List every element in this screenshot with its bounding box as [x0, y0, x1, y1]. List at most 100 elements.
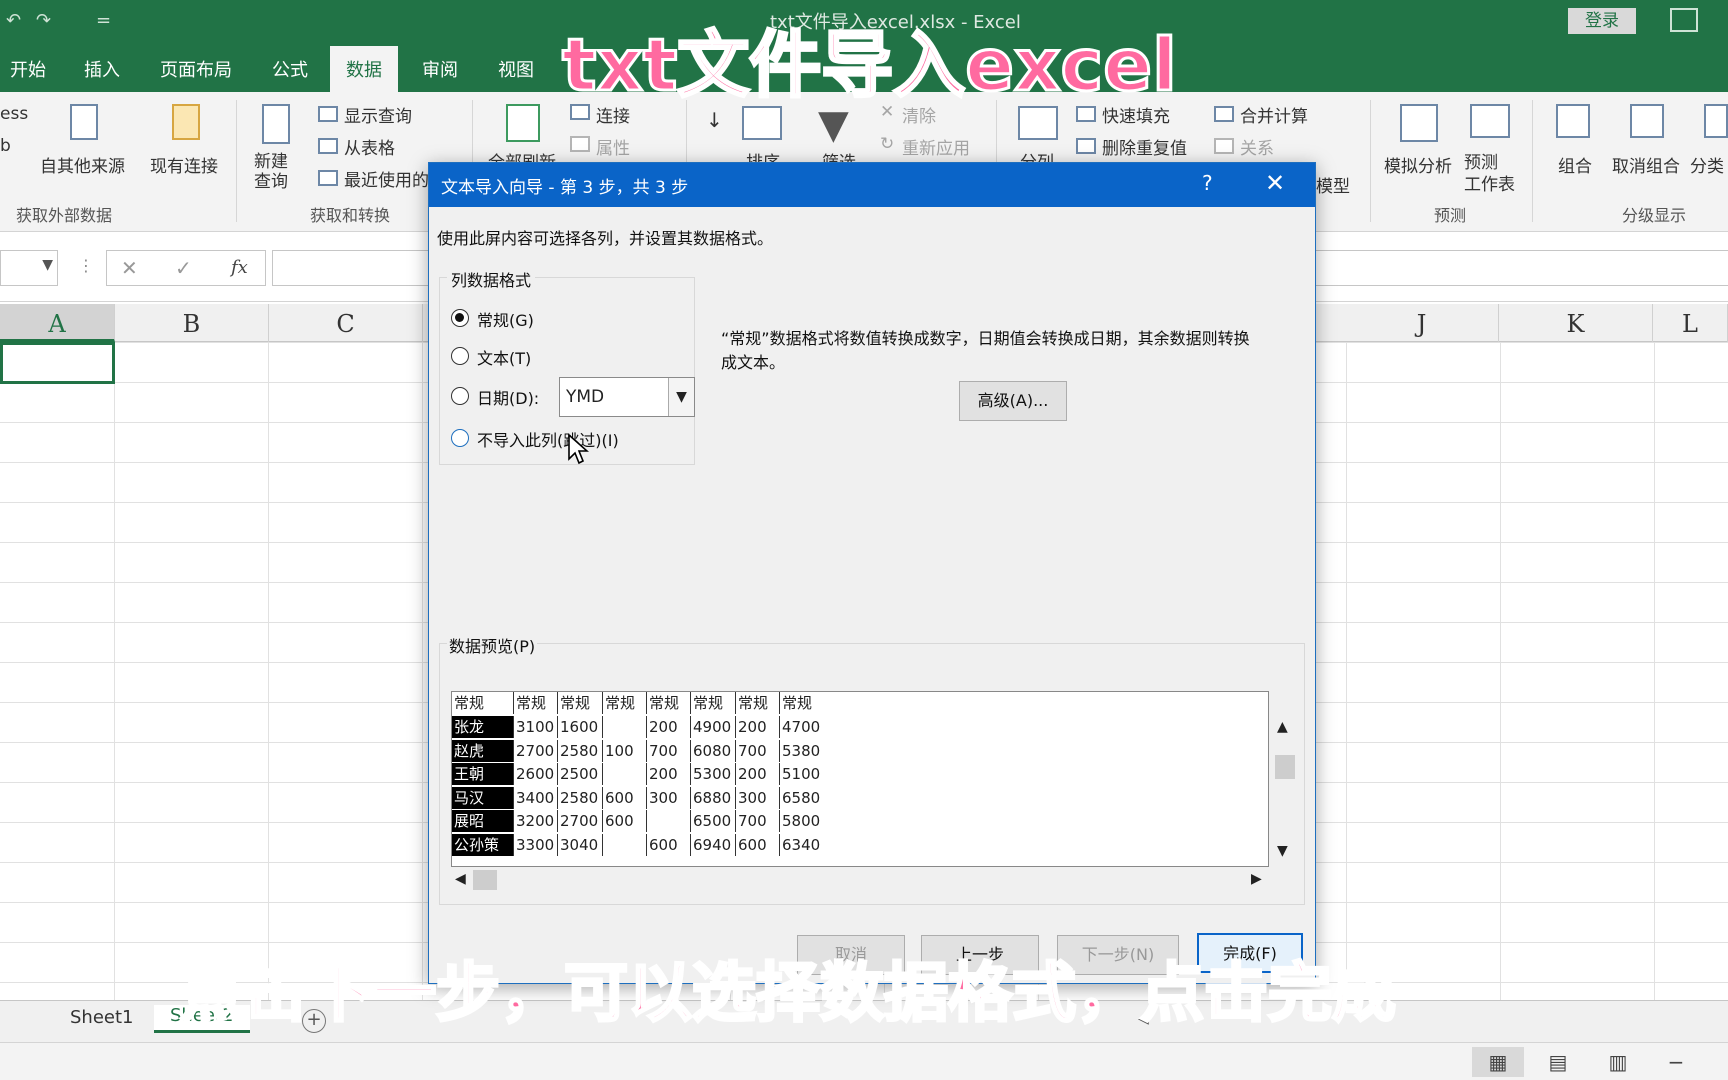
from-web-button[interactable]: b	[0, 136, 11, 156]
name-box[interactable]: ▼	[0, 250, 58, 286]
chevron-down-icon[interactable]: ▼	[668, 378, 694, 416]
preview-cell[interactable]: 200	[736, 763, 780, 785]
preview-cell[interactable]: 3300	[514, 833, 558, 856]
radio-date[interactable]	[451, 387, 469, 405]
data-model-button[interactable]: 模型	[1316, 172, 1350, 197]
preview-cell[interactable]: 2700	[558, 810, 603, 832]
subtotal-button[interactable]: 分类	[1690, 152, 1724, 177]
preview-header-cell[interactable]: 常规	[603, 692, 647, 714]
insert-function-icon[interactable]: fx	[231, 257, 248, 278]
preview-header-cell[interactable]: 常规	[452, 692, 514, 714]
new-query-button[interactable]: 新建 查询	[254, 152, 288, 192]
preview-cell[interactable]: 6940	[691, 833, 736, 856]
page-break-view-icon[interactable]: ▥	[1592, 1047, 1644, 1077]
active-cell[interactable]	[0, 342, 115, 384]
help-icon[interactable]: ?	[1202, 171, 1213, 195]
preview-cell[interactable]: 200	[736, 716, 780, 738]
preview-cell[interactable]: 1600	[558, 716, 603, 738]
scroll-down-icon[interactable]: ▼	[1277, 843, 1288, 859]
preview-cell[interactable]: 3400	[514, 786, 558, 809]
ribbon-display-icon[interactable]	[1670, 8, 1698, 32]
preview-cell[interactable]: 赵虎	[452, 739, 514, 762]
from-other-sources-button[interactable]: 自其他来源	[40, 152, 125, 177]
preview-horizontal-scrollbar[interactable]: ◀ ▶	[451, 867, 1269, 893]
group-button[interactable]: 组合	[1558, 152, 1592, 177]
tab-home[interactable]: 开始	[10, 56, 46, 82]
column-header-a[interactable]: A	[0, 304, 115, 342]
preview-cell[interactable]: 4900	[691, 716, 736, 738]
preview-cell[interactable]: 5100	[780, 763, 824, 785]
preview-cell[interactable]: 2580	[558, 739, 603, 762]
preview-cell[interactable]: 马汉	[452, 786, 514, 809]
forecast-sheet-button[interactable]: 预测 工作表	[1464, 152, 1515, 196]
tab-review[interactable]: 审阅	[422, 56, 458, 82]
cancel-icon[interactable]: ✕	[121, 256, 138, 280]
name-box-dropdown-icon[interactable]: ▼	[42, 257, 53, 273]
preview-cell[interactable]: 200	[647, 763, 691, 785]
preview-cell[interactable]: 2580	[558, 786, 603, 809]
preview-cell[interactable]: 5800	[780, 810, 824, 832]
scroll-left-icon[interactable]: ◀	[455, 871, 466, 887]
sheet-tab-sheet1[interactable]: Sheet1	[70, 1007, 134, 1028]
preview-cell[interactable]	[603, 833, 647, 856]
data-preview-table[interactable]: 常规 常规 常规 常规 常规 常规 常规 常规 张龙 3100 1600 200 490…	[451, 691, 1269, 867]
preview-cell[interactable]: 2700	[514, 739, 558, 762]
filter-button[interactable]: 筛选	[822, 148, 856, 162]
preview-cell[interactable]: 200	[647, 716, 691, 738]
preview-cell[interactable]: 700	[647, 739, 691, 762]
preview-header-cell[interactable]: 常规	[514, 692, 558, 714]
preview-header-cell[interactable]: 常规	[647, 692, 691, 714]
close-icon[interactable]: ✕	[1265, 169, 1285, 197]
preview-header-cell[interactable]: 常规	[780, 692, 824, 714]
preview-cell[interactable]: 700	[736, 810, 780, 832]
scroll-thumb[interactable]	[1275, 755, 1295, 779]
remove-duplicates-button[interactable]: 删除重复值	[1102, 134, 1187, 159]
redo-icon[interactable]: ↷	[36, 10, 51, 31]
preview-cell[interactable]: 700	[736, 739, 780, 762]
ungroup-button[interactable]: 取消组合	[1612, 152, 1680, 177]
column-header-c[interactable]: C	[269, 304, 423, 342]
preview-cell[interactable]: 4700	[780, 716, 824, 738]
consolidate-button[interactable]: 合并计算	[1240, 102, 1308, 127]
preview-cell[interactable]: 展昭	[452, 810, 514, 832]
preview-cell[interactable]	[603, 716, 647, 738]
preview-cell[interactable]: 600	[736, 833, 780, 856]
advanced-button[interactable]: 高级(A)...	[959, 381, 1067, 421]
split-button[interactable]: 分列	[1020, 148, 1054, 162]
preview-cell[interactable]: 王朝	[452, 763, 514, 785]
zoom-out-icon[interactable]: −	[1650, 1047, 1702, 1077]
preview-cell[interactable]: 公孙策	[452, 833, 514, 856]
column-header-l[interactable]: L	[1653, 304, 1728, 342]
refresh-all-button[interactable]: 全部刷新	[488, 148, 556, 162]
tab-view[interactable]: 视图	[498, 56, 534, 82]
preview-cell[interactable]: 300	[736, 786, 780, 809]
preview-cell[interactable]: 3200	[514, 810, 558, 832]
column-header-k[interactable]: K	[1499, 304, 1653, 342]
radio-text[interactable]	[451, 347, 469, 365]
show-query-button[interactable]: 显示查询	[344, 102, 412, 127]
preview-cell[interactable]: 2500	[558, 763, 603, 785]
customize-toolbar-icon[interactable]: =	[96, 10, 111, 31]
preview-cell[interactable]: 6880	[691, 786, 736, 809]
preview-vertical-scrollbar[interactable]: ▲ ▼	[1273, 719, 1297, 865]
login-button[interactable]: 登录	[1568, 8, 1636, 34]
what-if-analysis-button[interactable]: 模拟分析	[1384, 152, 1452, 177]
preview-cell[interactable]	[603, 763, 647, 785]
preview-cell[interactable]: 3100	[514, 716, 558, 738]
tab-insert[interactable]: 插入	[84, 56, 120, 82]
radio-text-label[interactable]: 文本(T)	[477, 345, 531, 369]
preview-header-cell[interactable]: 常规	[558, 692, 603, 714]
tab-page-layout[interactable]: 页面布局	[160, 56, 232, 82]
date-format-select[interactable]: YMD ▼	[559, 377, 695, 417]
preview-cell[interactable]: 6340	[780, 834, 824, 856]
sort-ascending-icon[interactable]: ↓	[706, 108, 723, 132]
preview-cell[interactable]: 100	[603, 739, 647, 762]
preview-cell[interactable]: 3040	[558, 833, 603, 856]
preview-cell[interactable]: 300	[647, 786, 691, 809]
page-layout-view-icon[interactable]: ▤	[1532, 1047, 1584, 1077]
scroll-up-icon[interactable]: ▲	[1277, 719, 1288, 735]
normal-view-icon[interactable]: ▦	[1472, 1047, 1524, 1077]
existing-connections-button[interactable]: 现有连接	[150, 152, 218, 177]
radio-skip-column[interactable]	[451, 429, 469, 447]
from-table-button[interactable]: 从表格	[344, 134, 395, 159]
